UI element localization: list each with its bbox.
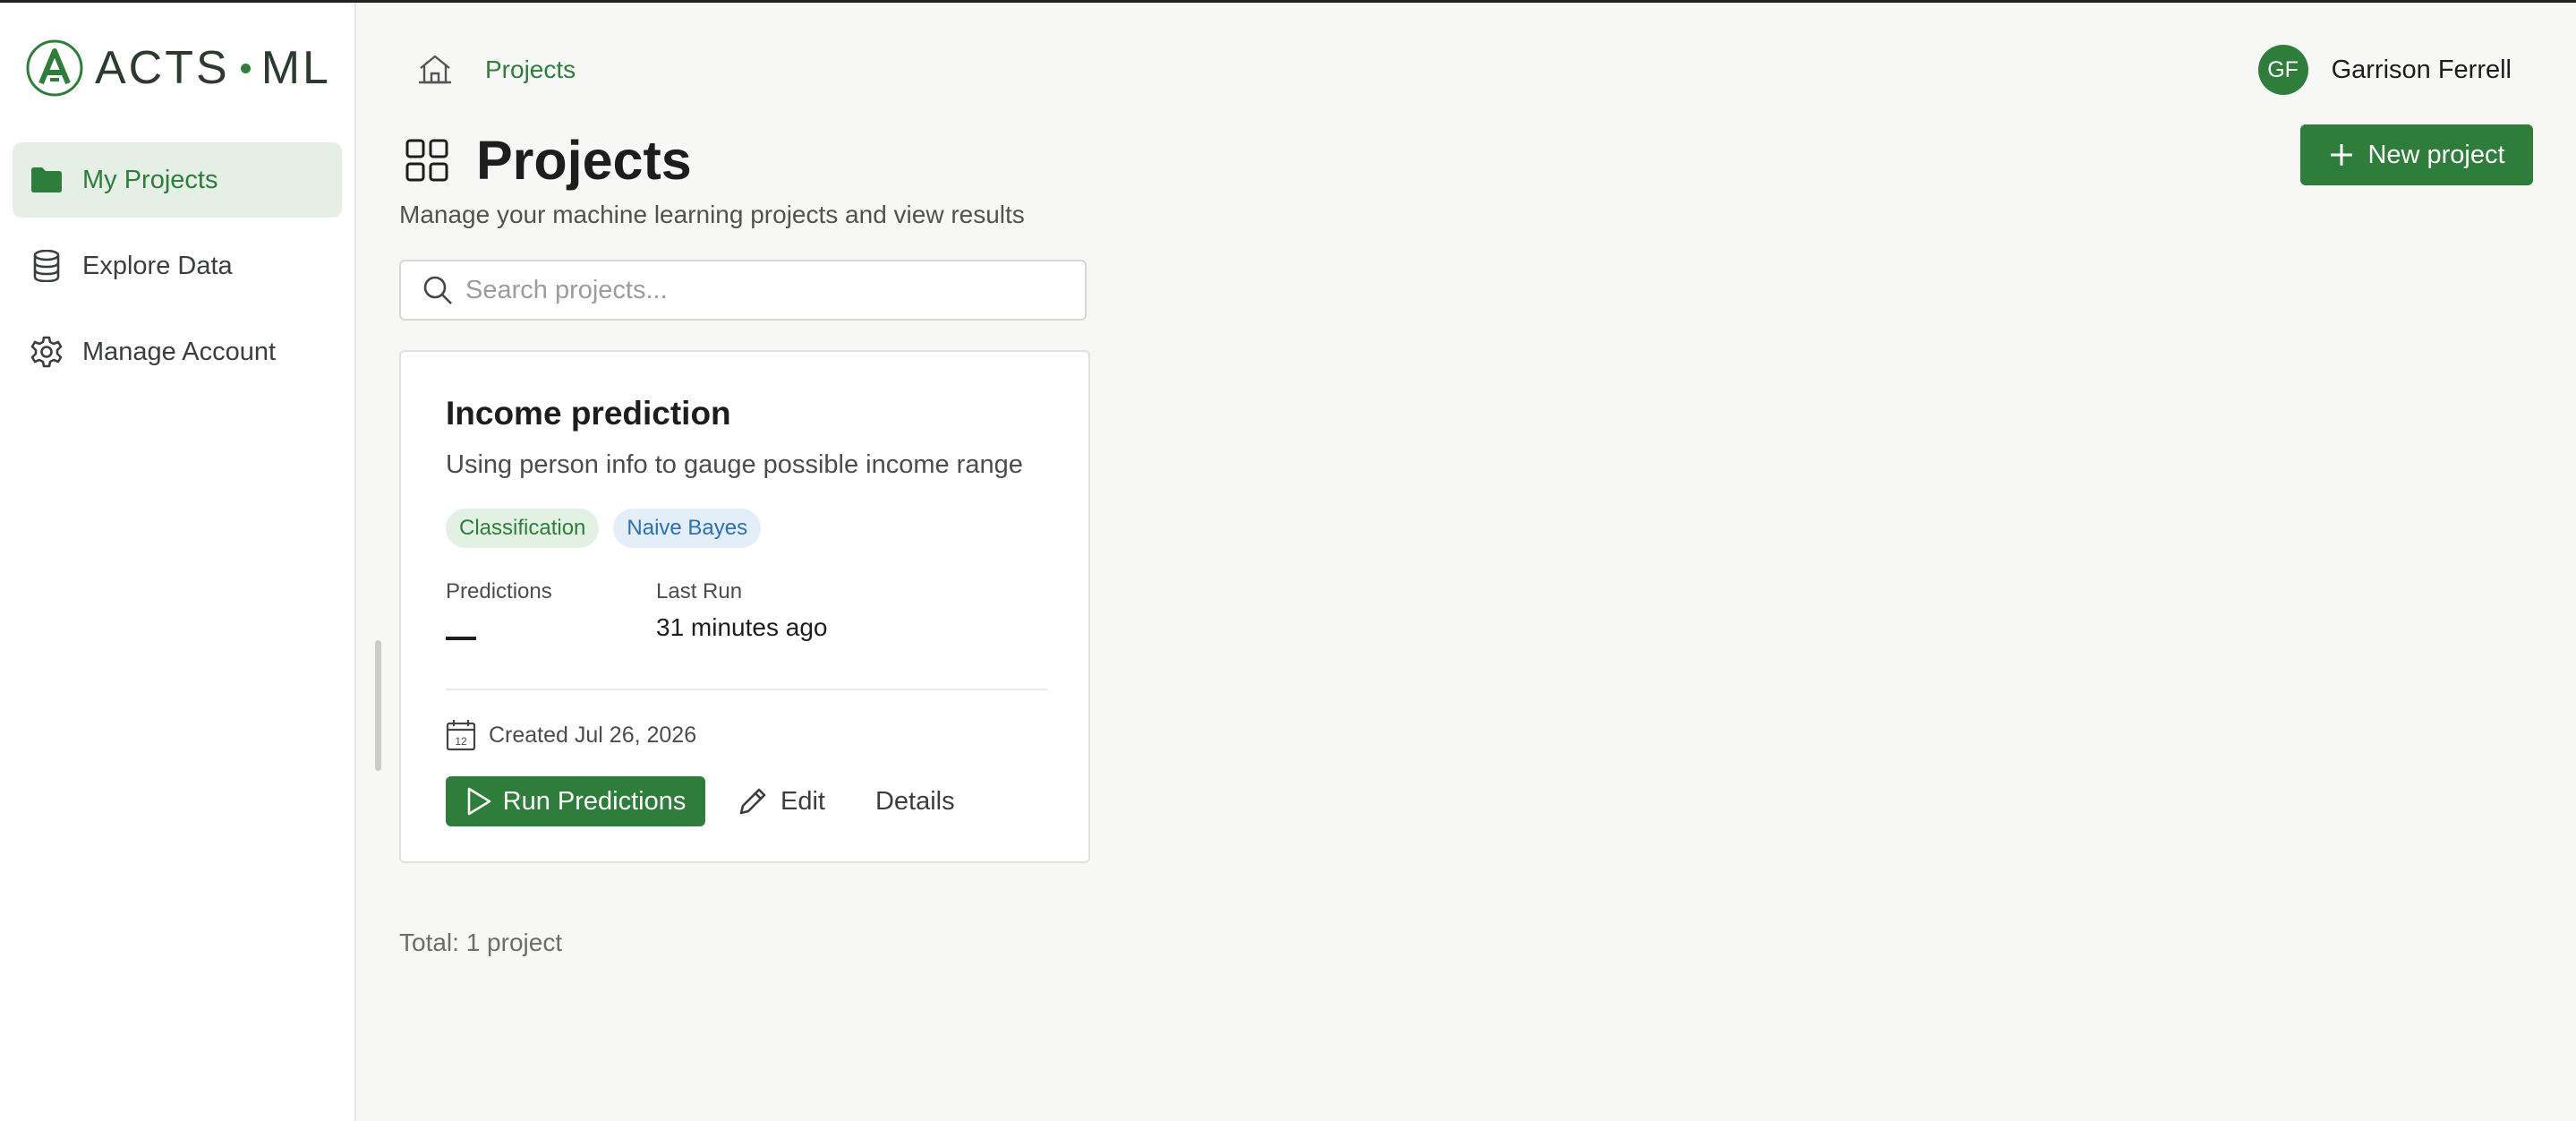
project-description: Using person info to gauge possible inco…: [446, 450, 1023, 479]
logo-dot: [240, 63, 251, 73]
search-input[interactable]: [465, 275, 1074, 305]
project-card[interactable]: Income prediction Using person info to g…: [399, 350, 1090, 863]
logo-icon: [26, 39, 83, 97]
sidebar-nav: My Projects Explore Data Manage Account: [13, 142, 342, 400]
created-date: 12 Created Jul 26, 2026: [446, 719, 696, 751]
search-box[interactable]: [399, 260, 1087, 321]
calendar-icon: 12: [446, 720, 476, 751]
edit-label: Edit: [780, 786, 825, 816]
project-title[interactable]: Income prediction: [446, 395, 731, 432]
sidebar-item-label: Manage Account: [82, 337, 277, 366]
gear-icon: [29, 334, 64, 370]
sidebar-item-label: My Projects: [82, 165, 218, 194]
edit-button[interactable]: Edit: [738, 786, 825, 817]
logo-text: ACTS ML: [95, 41, 331, 95]
card-divider: [446, 689, 1047, 690]
search-icon: [423, 276, 452, 304]
database-icon: [29, 248, 64, 284]
calendar-day: 12: [455, 735, 467, 748]
grid-icon: [405, 139, 448, 182]
plus-icon: [2331, 144, 2353, 166]
card-actions: Run Predictions Edit Details: [446, 776, 955, 826]
scrollbar[interactable]: [375, 640, 381, 771]
logo-text-right: ML: [260, 42, 331, 94]
app-logo[interactable]: ACTS ML: [25, 39, 331, 98]
user-name[interactable]: Garrison Ferrell: [2332, 56, 2512, 85]
new-project-label: New project: [2367, 140, 2505, 169]
page-header: Projects: [405, 129, 692, 192]
window-top-border: [0, 0, 2576, 3]
sidebar-item-label: Explore Data: [82, 251, 233, 280]
sidebar-item-my-projects[interactable]: My Projects: [13, 142, 342, 218]
page-title: Projects: [476, 130, 692, 191]
breadcrumb-projects[interactable]: Projects: [485, 56, 576, 84]
sidebar-item-manage-account[interactable]: Manage Account: [13, 314, 342, 389]
project-tags: Classification Naive Bayes: [446, 509, 775, 548]
details-button[interactable]: Details: [875, 787, 955, 817]
run-predictions-button[interactable]: Run Predictions: [446, 776, 705, 826]
sidebar-item-explore-data[interactable]: Explore Data: [13, 228, 342, 304]
last-run-value: 31 minutes ago: [656, 613, 828, 641]
breadcrumb: Projects: [417, 52, 576, 88]
home-icon[interactable]: [417, 52, 453, 88]
run-predictions-label: Run Predictions: [502, 786, 687, 816]
predictions-value-dash: [446, 637, 476, 640]
tag-classification: Classification: [446, 509, 600, 548]
page-subtitle: Manage your machine learning projects an…: [399, 201, 1025, 228]
user-menu[interactable]: GF Garrison Ferrell: [2257, 45, 2512, 95]
logo-text-left: ACTS: [95, 42, 230, 94]
sidebar: ACTS ML My Projects Explore Data Manage …: [0, 3, 356, 1121]
predictions-label: Predictions: [446, 579, 552, 603]
new-project-button[interactable]: New project: [2300, 124, 2533, 185]
total-count: Total: 1 project: [399, 928, 563, 956]
avatar[interactable]: GF: [2257, 45, 2308, 95]
last-run-label: Last Run: [656, 579, 743, 603]
play-icon: [467, 787, 490, 816]
created-text: Created Jul 26, 2026: [489, 722, 697, 748]
folder-icon: [29, 162, 64, 198]
pencil-icon: [739, 788, 766, 815]
tag-naive-bayes: Naive Bayes: [613, 509, 762, 548]
